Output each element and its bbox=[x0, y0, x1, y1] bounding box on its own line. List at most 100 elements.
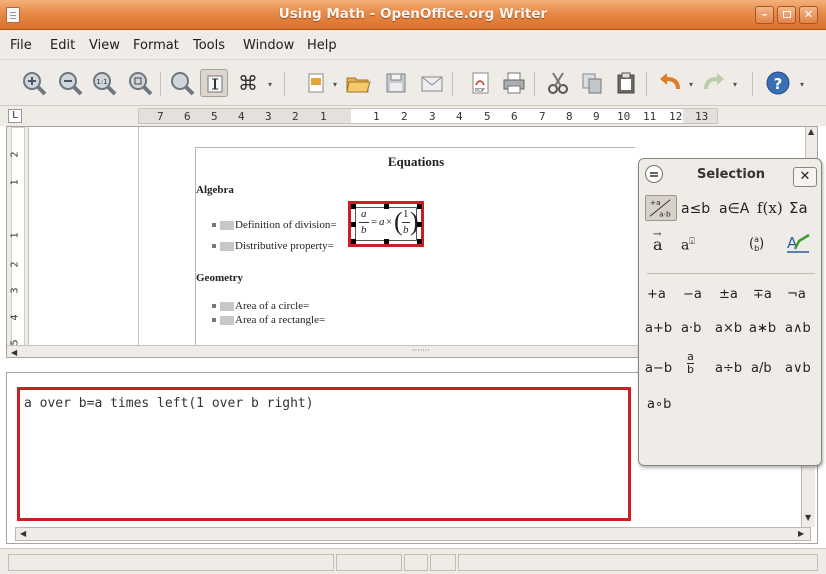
save-icon[interactable] bbox=[382, 69, 410, 97]
category-others[interactable]: a⌻ bbox=[681, 237, 695, 254]
operator-addition[interactable]: a+b bbox=[645, 321, 672, 336]
page-margin-area bbox=[29, 127, 139, 357]
commands-horizontal-scrollbar[interactable]: ◀ ▶ bbox=[15, 527, 811, 541]
category-unary-binary-operators[interactable]: +a a·b bbox=[645, 195, 677, 221]
minimize-button[interactable]: – bbox=[755, 6, 774, 24]
operator-circ[interactable]: a∘b bbox=[647, 397, 671, 412]
zoom-optimal-icon[interactable] bbox=[168, 69, 196, 97]
list-item: Area of a rectangle= bbox=[212, 314, 325, 326]
resize-handle[interactable] bbox=[351, 239, 356, 244]
menu-file[interactable]: File bbox=[10, 38, 32, 53]
bullet-icon bbox=[212, 223, 216, 228]
scroll-down-icon[interactable]: ▼ bbox=[805, 513, 811, 522]
operator-subtraction[interactable]: a−b bbox=[645, 361, 672, 376]
menu-help[interactable]: Help bbox=[307, 38, 337, 53]
category-brackets[interactable]: (ba) bbox=[749, 235, 764, 253]
redo-icon[interactable] bbox=[700, 69, 728, 97]
toolbar-separator bbox=[284, 72, 285, 96]
paste-icon[interactable] bbox=[612, 69, 640, 97]
ruler-number: 11 bbox=[643, 110, 657, 123]
palette-close-button[interactable]: ✕ bbox=[793, 167, 817, 187]
category-formats[interactable]: A bbox=[785, 233, 811, 257]
vruler-number: 3 bbox=[9, 287, 21, 294]
status-field[interactable] bbox=[430, 554, 456, 571]
toolbar-overflow-icon[interactable]: ▾ bbox=[268, 80, 272, 89]
maximize-button[interactable] bbox=[777, 6, 796, 24]
ruler-scale[interactable]: 7 6 5 4 3 2 1 1 2 3 4 5 6 7 8 9 10 11 12… bbox=[138, 108, 718, 124]
scroll-up-icon[interactable]: ▲ bbox=[808, 127, 814, 136]
symbols-icon[interactable]: ⌘ bbox=[234, 69, 262, 97]
resize-handle[interactable] bbox=[351, 222, 356, 227]
operator-or[interactable]: a∨b bbox=[785, 361, 811, 376]
category-relations[interactable]: a≤b bbox=[681, 201, 710, 217]
operator-times[interactable]: a×b bbox=[715, 321, 742, 336]
resize-handle[interactable] bbox=[351, 204, 356, 209]
menu-bar: File Edit View Format Tools Window Help bbox=[0, 30, 826, 60]
print-icon[interactable] bbox=[500, 69, 528, 97]
category-functions[interactable]: f(x) bbox=[757, 199, 783, 217]
category-set-operations[interactable]: a∈A bbox=[719, 201, 749, 217]
formula-lhs-numerator: a bbox=[361, 208, 367, 220]
operator-asterisk[interactable]: a∗b bbox=[749, 321, 776, 336]
operator-fraction[interactable]: a b bbox=[687, 351, 694, 376]
zoom-100-icon[interactable]: 1:1 bbox=[90, 69, 118, 97]
list-item-label: Definition of division= bbox=[235, 219, 337, 231]
operator-minus[interactable]: −a bbox=[683, 287, 702, 302]
status-field[interactable] bbox=[404, 554, 428, 571]
cut-icon[interactable] bbox=[544, 69, 572, 97]
tab-stop-selector[interactable]: L bbox=[8, 109, 22, 123]
menu-tools[interactable]: Tools bbox=[193, 38, 225, 53]
formula-lhs-denominator: b bbox=[361, 224, 367, 236]
operator-plus-minus[interactable]: ±a bbox=[719, 287, 738, 302]
resize-handle[interactable] bbox=[384, 204, 389, 209]
menu-window[interactable]: Window bbox=[243, 38, 294, 53]
copy-icon[interactable] bbox=[578, 69, 606, 97]
export-pdf-icon[interactable]: PDF bbox=[466, 69, 494, 97]
close-button[interactable]: ✕ bbox=[799, 6, 818, 24]
operator-divide[interactable]: a÷b bbox=[715, 361, 742, 376]
zoom-in-icon[interactable] bbox=[20, 69, 48, 97]
operator-cdot[interactable]: a·b bbox=[681, 321, 701, 336]
help-icon[interactable]: ? bbox=[764, 69, 792, 97]
title-bar: Using Math - OpenOffice.org Writer – ✕ bbox=[0, 0, 826, 30]
template-dropdown-icon[interactable]: ▾ bbox=[333, 80, 337, 89]
category-attributes[interactable]: a → bbox=[653, 229, 663, 254]
resize-handle[interactable] bbox=[417, 204, 422, 209]
menu-edit[interactable]: Edit bbox=[50, 38, 75, 53]
mail-icon[interactable] bbox=[418, 69, 446, 97]
operator-not[interactable]: ¬a bbox=[787, 287, 806, 302]
resize-handle[interactable] bbox=[384, 239, 389, 244]
resize-handle[interactable] bbox=[417, 239, 422, 244]
operator-plus[interactable]: +a bbox=[647, 287, 666, 302]
resize-handle[interactable] bbox=[417, 222, 422, 227]
undo-dropdown-icon[interactable]: ▾ bbox=[689, 80, 693, 89]
pane-splitter-grip[interactable]: ······· bbox=[403, 347, 439, 357]
commands-highlight[interactable]: a over b=a times left(1 over b right) bbox=[17, 387, 631, 521]
document-page[interactable]: Equations Algebra Definition of division… bbox=[195, 147, 635, 357]
scroll-left-icon[interactable]: ◀ bbox=[11, 348, 17, 357]
vertical-ruler-scale[interactable] bbox=[11, 127, 25, 357]
zoom-page-icon[interactable] bbox=[126, 69, 154, 97]
zoom-out-icon[interactable] bbox=[56, 69, 84, 97]
vruler-number: 2 bbox=[9, 261, 21, 268]
formula-command-input[interactable]: a over b=a times left(1 over b right) bbox=[24, 396, 314, 411]
ruler-number: 12 bbox=[669, 110, 683, 123]
toolbar-options-icon[interactable]: ▾ bbox=[800, 80, 804, 89]
category-operators[interactable]: Σa bbox=[789, 199, 808, 217]
formula-object-highlight[interactable]: a b = a × ( 1 b ) bbox=[348, 201, 424, 247]
formula-cursor-icon[interactable] bbox=[200, 69, 228, 97]
open-icon[interactable] bbox=[344, 69, 372, 97]
menu-format[interactable]: Format bbox=[133, 38, 179, 53]
menu-view[interactable]: View bbox=[89, 38, 120, 53]
status-field bbox=[8, 554, 334, 571]
redo-dropdown-icon[interactable]: ▾ bbox=[733, 80, 737, 89]
formula-object[interactable]: a b = a × ( 1 b ) bbox=[355, 207, 419, 241]
template-icon[interactable] bbox=[302, 69, 330, 97]
operator-minus-plus[interactable]: ∓a bbox=[753, 287, 772, 302]
scroll-right-icon[interactable]: ▶ bbox=[798, 529, 804, 538]
operator-and[interactable]: a∧b bbox=[785, 321, 811, 336]
scroll-left-icon[interactable]: ◀ bbox=[20, 529, 26, 538]
undo-icon[interactable] bbox=[656, 69, 684, 97]
fraction-bar bbox=[402, 222, 410, 223]
operator-slash[interactable]: a/b bbox=[751, 361, 772, 376]
